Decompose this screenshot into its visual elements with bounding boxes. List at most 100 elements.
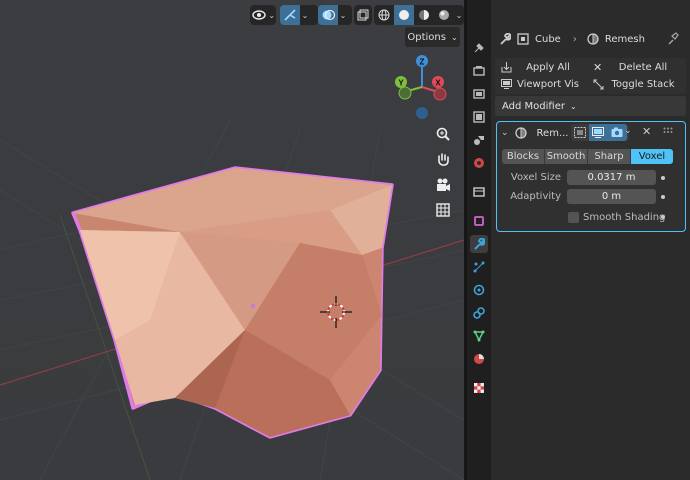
rendered-shading-icon[interactable] [434, 5, 454, 25]
object-origin [250, 303, 256, 309]
voxel-size-label: Voxel Size [510, 172, 561, 183]
chevron-down-icon: ⌄ [569, 101, 577, 111]
delete-all-button[interactable]: ✕ Delete All [589, 59, 683, 75]
eye-icon [250, 5, 267, 25]
tool-icon [474, 43, 484, 53]
toggle-stack-button[interactable]: Toggle Stack [589, 76, 683, 92]
properties-tab-bar [467, 0, 491, 480]
modifier-extras-dropdown[interactable]: ⌄ [624, 126, 632, 136]
chevron-down-icon: ⌄ [455, 10, 463, 20]
svg-text:X: X [435, 79, 441, 88]
chevron-down-icon: ⌄ [301, 10, 309, 20]
monitor-icon [501, 79, 512, 89]
chevron-down-icon: ⌄ [339, 10, 347, 20]
options-button[interactable]: Options ⌄ [405, 27, 460, 47]
tab-texture[interactable] [470, 379, 488, 397]
shading-modes[interactable]: ⌄ [374, 5, 464, 25]
tab-modifiers[interactable] [470, 235, 488, 253]
physics-icon [473, 284, 485, 296]
adaptivity-label: Adaptivity [510, 191, 561, 202]
smooth-shading-checkbox[interactable]: Smooth Shading [568, 210, 665, 224]
mode-blocks[interactable]: Blocks [502, 149, 545, 164]
viewport-vis-button[interactable]: Viewport Vis [497, 76, 585, 92]
tab-tool[interactable] [470, 39, 488, 57]
tab-scene[interactable] [470, 131, 488, 149]
visibility-dropdown[interactable]: ⌄ [250, 5, 276, 25]
hand-pan-icon[interactable] [431, 148, 455, 172]
grid-ortho-icon[interactable] [431, 198, 455, 222]
camera-icon[interactable] [431, 173, 455, 197]
world-icon [474, 158, 484, 168]
view-layer-icon [473, 111, 485, 123]
3d-viewport[interactable]: Z X Y ⌄ ⌄ ⌄ ⌄ Options ⌄ [0, 0, 464, 480]
tab-output[interactable] [470, 85, 488, 103]
gizmo-dropdown[interactable]: ⌄ [280, 5, 318, 25]
xray-toggle[interactable] [354, 5, 372, 25]
voxel-size-field[interactable]: 0.0317 m [567, 170, 656, 185]
apply-all-button[interactable]: Apply All [497, 59, 585, 75]
checkbox-box[interactable] [568, 211, 579, 223]
tab-object[interactable] [470, 212, 488, 230]
xray-icon [354, 5, 372, 25]
chevron-down-icon: ⌄ [268, 10, 276, 20]
collapse-chevron-icon[interactable]: ⌄ [501, 128, 509, 138]
svg-text:Y: Y [398, 79, 404, 88]
remesh-mode-selector: Blocks Smooth Sharp Voxel [502, 149, 673, 164]
tab-render[interactable] [470, 62, 488, 80]
mode-voxel[interactable]: Voxel [631, 149, 673, 164]
render-icon [473, 66, 485, 76]
breadcrumb-modifier: Remesh [604, 33, 645, 45]
tab-particles[interactable] [470, 258, 488, 276]
tab-world[interactable] [470, 154, 488, 172]
navigation-gizmo: Z X Y [395, 55, 447, 119]
mode-smooth[interactable]: Smooth [545, 149, 588, 164]
gizmo-icon [280, 5, 300, 25]
adaptivity-field[interactable]: 0 m [567, 189, 656, 204]
apply-icon [501, 61, 512, 72]
object-square-icon [517, 33, 529, 45]
edit-mode-toggle-icon[interactable] [571, 124, 589, 141]
zoom-icon[interactable] [431, 122, 455, 146]
drag-handle-icon[interactable] [663, 127, 675, 137]
viewport-canvas[interactable]: Z X Y [0, 0, 464, 480]
material-shading-icon[interactable] [414, 5, 434, 25]
particles-icon [473, 261, 485, 273]
wrench-icon [500, 33, 511, 45]
tab-physics[interactable] [470, 281, 488, 299]
breadcrumb-separator: › [572, 33, 577, 45]
realtime-toggle-icon[interactable] [589, 124, 607, 141]
chevron-down-icon: ⌄ [450, 32, 458, 42]
pin-icon[interactable] [667, 32, 679, 46]
x-icon: ✕ [593, 60, 603, 74]
tab-material[interactable] [470, 350, 488, 368]
tab-constraints[interactable] [470, 304, 488, 322]
solid-shading-icon[interactable] [394, 5, 414, 25]
wrench-icon [474, 238, 485, 250]
tab-data[interactable] [470, 327, 488, 345]
svg-text:Z: Z [420, 58, 425, 67]
keyframe-dot-icon[interactable] [661, 176, 665, 180]
keyframe-dot-icon[interactable] [661, 195, 665, 199]
tab-collection[interactable] [470, 183, 488, 201]
modifier-visibility-toggles [571, 124, 629, 141]
remesh-icon [587, 33, 599, 45]
object-icon [474, 216, 484, 226]
remesh-icon [514, 127, 527, 139]
keyframe-dot-icon[interactable] [661, 215, 665, 219]
modifier-header: ⌄ Rem... [501, 125, 568, 141]
expand-icon [593, 79, 604, 89]
options-label: Options [407, 31, 446, 43]
properties-panel: Cube › Remesh Apply All ✕ Delete All Vie… [491, 0, 690, 480]
output-icon [473, 89, 485, 99]
overlay-dropdown[interactable]: ⌄ [318, 5, 352, 25]
mode-sharp[interactable]: Sharp [588, 149, 631, 164]
tab-view-layer[interactable] [470, 108, 488, 126]
constraints-icon [473, 307, 485, 319]
remove-modifier-icon[interactable]: ✕ [642, 125, 651, 138]
wireframe-shading-icon[interactable] [374, 5, 394, 25]
remeshed-cube-mesh [71, 166, 394, 439]
modifier-name-field[interactable]: Rem... [537, 128, 569, 139]
texture-icon [474, 383, 484, 393]
material-icon [474, 354, 484, 364]
add-modifier-button[interactable]: Add Modifier ⌄ [495, 96, 686, 116]
